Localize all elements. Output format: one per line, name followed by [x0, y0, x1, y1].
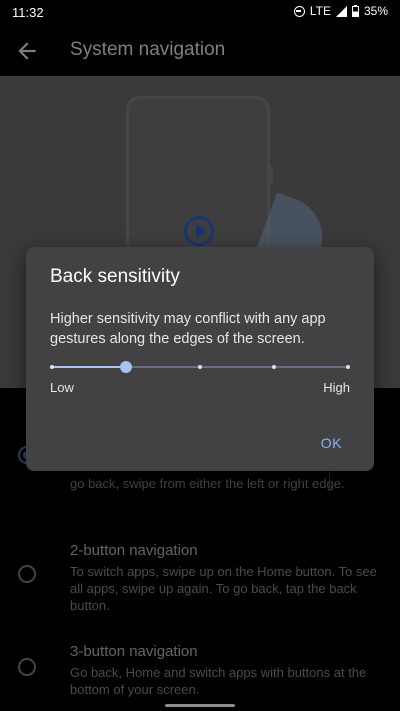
slider-tick-mark: [272, 364, 276, 369]
slider-max-label: High: [323, 380, 350, 395]
status-time: 11:32: [12, 5, 44, 20]
slider-tick-mark: [346, 364, 350, 369]
dialog-message: Higher sensitivity may conflict with any…: [50, 311, 326, 347]
battery-icon: [351, 5, 359, 17]
network-type: LTE: [309, 4, 331, 18]
slider-min-label: Low: [50, 380, 74, 395]
slider-thumb[interactable]: [120, 361, 132, 373]
do-not-disturb-icon: [293, 5, 305, 17]
signal-icon: [335, 5, 347, 17]
slider-tick-mark: [198, 364, 202, 369]
battery-level: 35%: [363, 4, 388, 18]
ok-button[interactable]: OK: [321, 435, 342, 451]
status-icons: LTE 35%: [293, 4, 388, 18]
sensitivity-slider[interactable]: [50, 361, 350, 373]
slider-track-active: [52, 366, 126, 368]
slider-tick-mark: [50, 364, 54, 369]
back-sensitivity-dialog: Back sensitivity Higher sensitivity may …: [26, 247, 374, 471]
status-bar: 11:32 LTE 35%: [0, 0, 400, 26]
dialog-title: Back sensitivity: [50, 266, 180, 287]
